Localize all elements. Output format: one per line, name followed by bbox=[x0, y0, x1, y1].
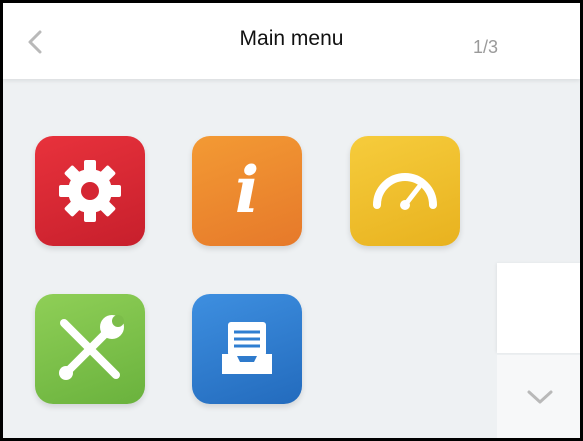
info-tile[interactable]: i bbox=[192, 136, 302, 246]
page-indicator: 1/3 bbox=[473, 37, 499, 57]
gear-icon bbox=[59, 160, 121, 222]
gauge-tile[interactable] bbox=[350, 136, 460, 246]
app-frame: Main menu 1/3 i bbox=[0, 0, 583, 441]
tools-icon bbox=[59, 315, 124, 380]
info-icon: i bbox=[234, 153, 260, 228]
tools-tile[interactable] bbox=[35, 294, 145, 404]
archive-tray-icon bbox=[222, 322, 272, 374]
header-bar: Main menu 1/3 bbox=[3, 3, 580, 79]
archive-tile[interactable] bbox=[192, 294, 302, 404]
gauge-icon bbox=[373, 173, 437, 210]
scroll-down-button[interactable] bbox=[497, 355, 580, 438]
scroll-panel bbox=[497, 263, 580, 353]
settings-tile[interactable] bbox=[35, 136, 145, 246]
chevron-down-icon bbox=[527, 390, 553, 404]
